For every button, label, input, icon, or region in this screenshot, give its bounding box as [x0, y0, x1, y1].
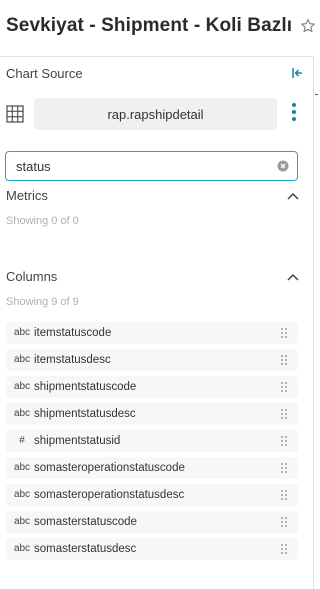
column-item[interactable]: abc shipmentstatusdesc: [6, 403, 298, 425]
column-name: itemstatuscode: [34, 327, 112, 339]
column-name: somasteroperationstatusdesc: [34, 489, 185, 501]
drag-handle-icon[interactable]: [280, 516, 288, 528]
datasource-name[interactable]: rap.rapshipdetail: [34, 98, 277, 130]
column-type-icon: abc: [13, 543, 31, 554]
datasource-row: rap.rapshipdetail: [0, 97, 314, 131]
drag-handle-icon[interactable]: [280, 543, 288, 555]
drag-handle-icon[interactable]: [280, 435, 288, 447]
title-bar: Sevkiyat - Shipment - Koli Bazlı: [0, 0, 318, 56]
column-list: abc itemstatuscode abc itemstatusdesc ab…: [6, 322, 298, 565]
column-item[interactable]: abc itemstatuscode: [6, 322, 298, 344]
drag-handle-icon[interactable]: [280, 489, 288, 501]
chart-source-header: Chart Source: [6, 66, 83, 81]
column-item[interactable]: abc somasterstatusdesc: [6, 538, 298, 560]
column-name: shipmentstatusdesc: [34, 408, 136, 420]
column-type-icon: abc: [13, 489, 31, 500]
column-name: somasterstatuscode: [34, 516, 137, 528]
column-search: [5, 151, 298, 181]
column-name: somasterstatusdesc: [34, 543, 137, 555]
drag-handle-icon[interactable]: [280, 327, 288, 339]
chevron-up-icon[interactable]: [287, 273, 299, 281]
column-name: shipmentstatuscode: [34, 381, 137, 393]
column-type-icon: abc: [13, 354, 31, 365]
column-name: shipmentstatusid: [34, 435, 121, 447]
clear-circle-icon[interactable]: [277, 160, 289, 172]
chart-title[interactable]: Sevkiyat - Shipment - Koli Bazlı: [6, 15, 292, 37]
column-type-icon: abc: [13, 327, 31, 338]
vertical-dots-icon[interactable]: [290, 103, 298, 125]
column-name: itemstatusdesc: [34, 354, 111, 366]
columns-section-title[interactable]: Columns: [6, 269, 57, 284]
column-item[interactable]: abc somasterstatuscode: [6, 511, 298, 533]
drag-handle-icon[interactable]: [280, 354, 288, 366]
star-icon[interactable]: [300, 18, 316, 34]
drag-handle-icon[interactable]: [280, 462, 288, 474]
metrics-section-title[interactable]: Metrics: [6, 188, 48, 203]
drag-handle-icon[interactable]: [280, 408, 288, 420]
search-input[interactable]: [16, 157, 266, 175]
collapse-left-icon[interactable]: [290, 66, 304, 80]
column-type-icon: abc: [13, 408, 31, 419]
column-item[interactable]: abc itemstatusdesc: [6, 349, 298, 371]
column-item[interactable]: abc somasteroperationstatuscode: [6, 457, 298, 479]
column-type-icon: abc: [13, 516, 31, 527]
column-name: somasteroperationstatuscode: [34, 462, 185, 474]
columns-count: Showing 9 of 9: [6, 296, 79, 308]
column-item[interactable]: abc somasteroperationstatusdesc: [6, 484, 298, 506]
column-item[interactable]: abc shipmentstatuscode: [6, 376, 298, 398]
column-type-icon: abc: [13, 381, 31, 392]
drag-handle-icon[interactable]: [280, 381, 288, 393]
table-grid-icon: [6, 105, 24, 123]
chevron-up-icon[interactable]: [287, 192, 299, 200]
column-type-icon: #: [19, 435, 25, 446]
datasource-panel: Chart Source rap.rapshipdetail Metrics S…: [0, 56, 314, 589]
chart-area-edge: [315, 56, 318, 589]
column-item[interactable]: # shipmentstatusid: [6, 430, 298, 452]
column-type-icon: abc: [13, 462, 31, 473]
metrics-count: Showing 0 of 0: [6, 215, 79, 227]
